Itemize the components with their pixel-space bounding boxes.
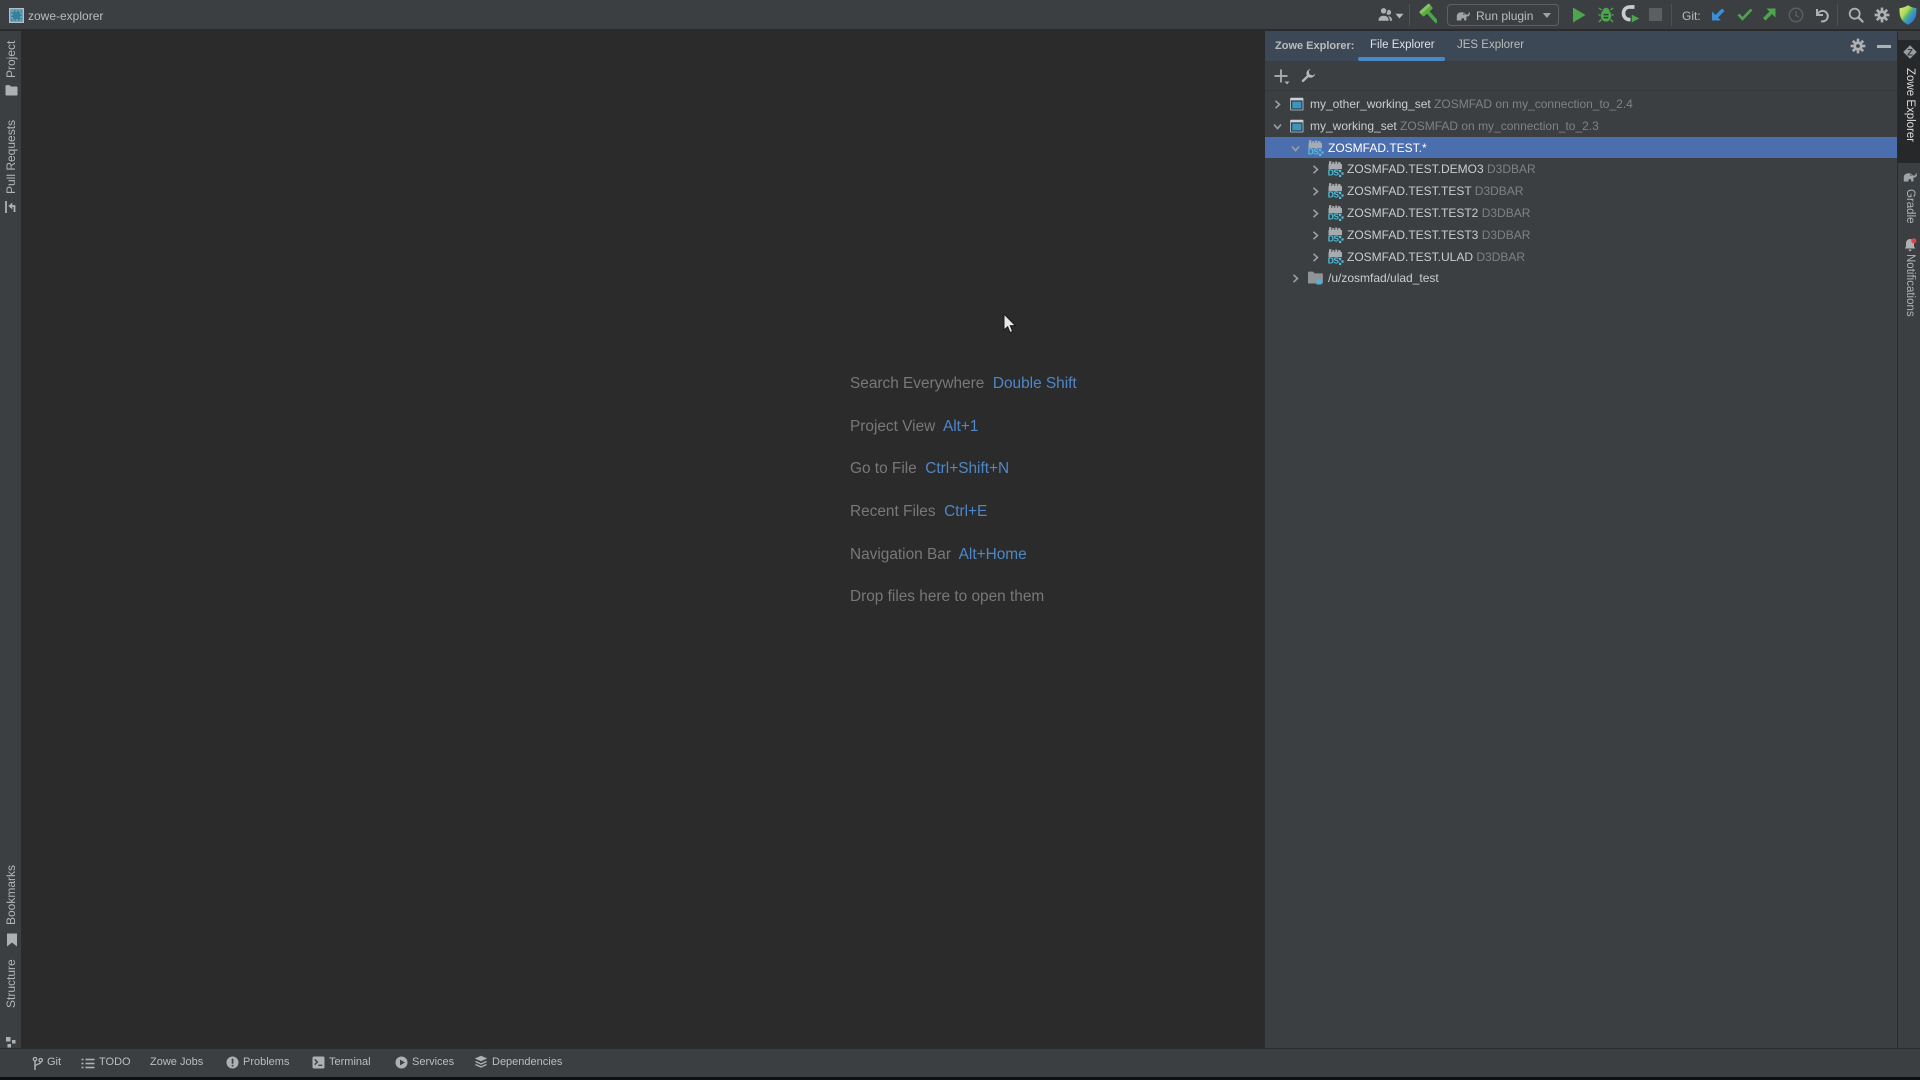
svg-text:DS: DS <box>1328 233 1340 243</box>
svg-text:Z: Z <box>1907 48 1913 59</box>
svg-text:DS: DS <box>1308 146 1320 156</box>
svg-text:DS: DS <box>1328 190 1340 200</box>
svg-text:DS: DS <box>1328 255 1340 265</box>
svg-text:DS: DS <box>1328 168 1340 178</box>
svg-text:DS: DS <box>1328 211 1340 221</box>
